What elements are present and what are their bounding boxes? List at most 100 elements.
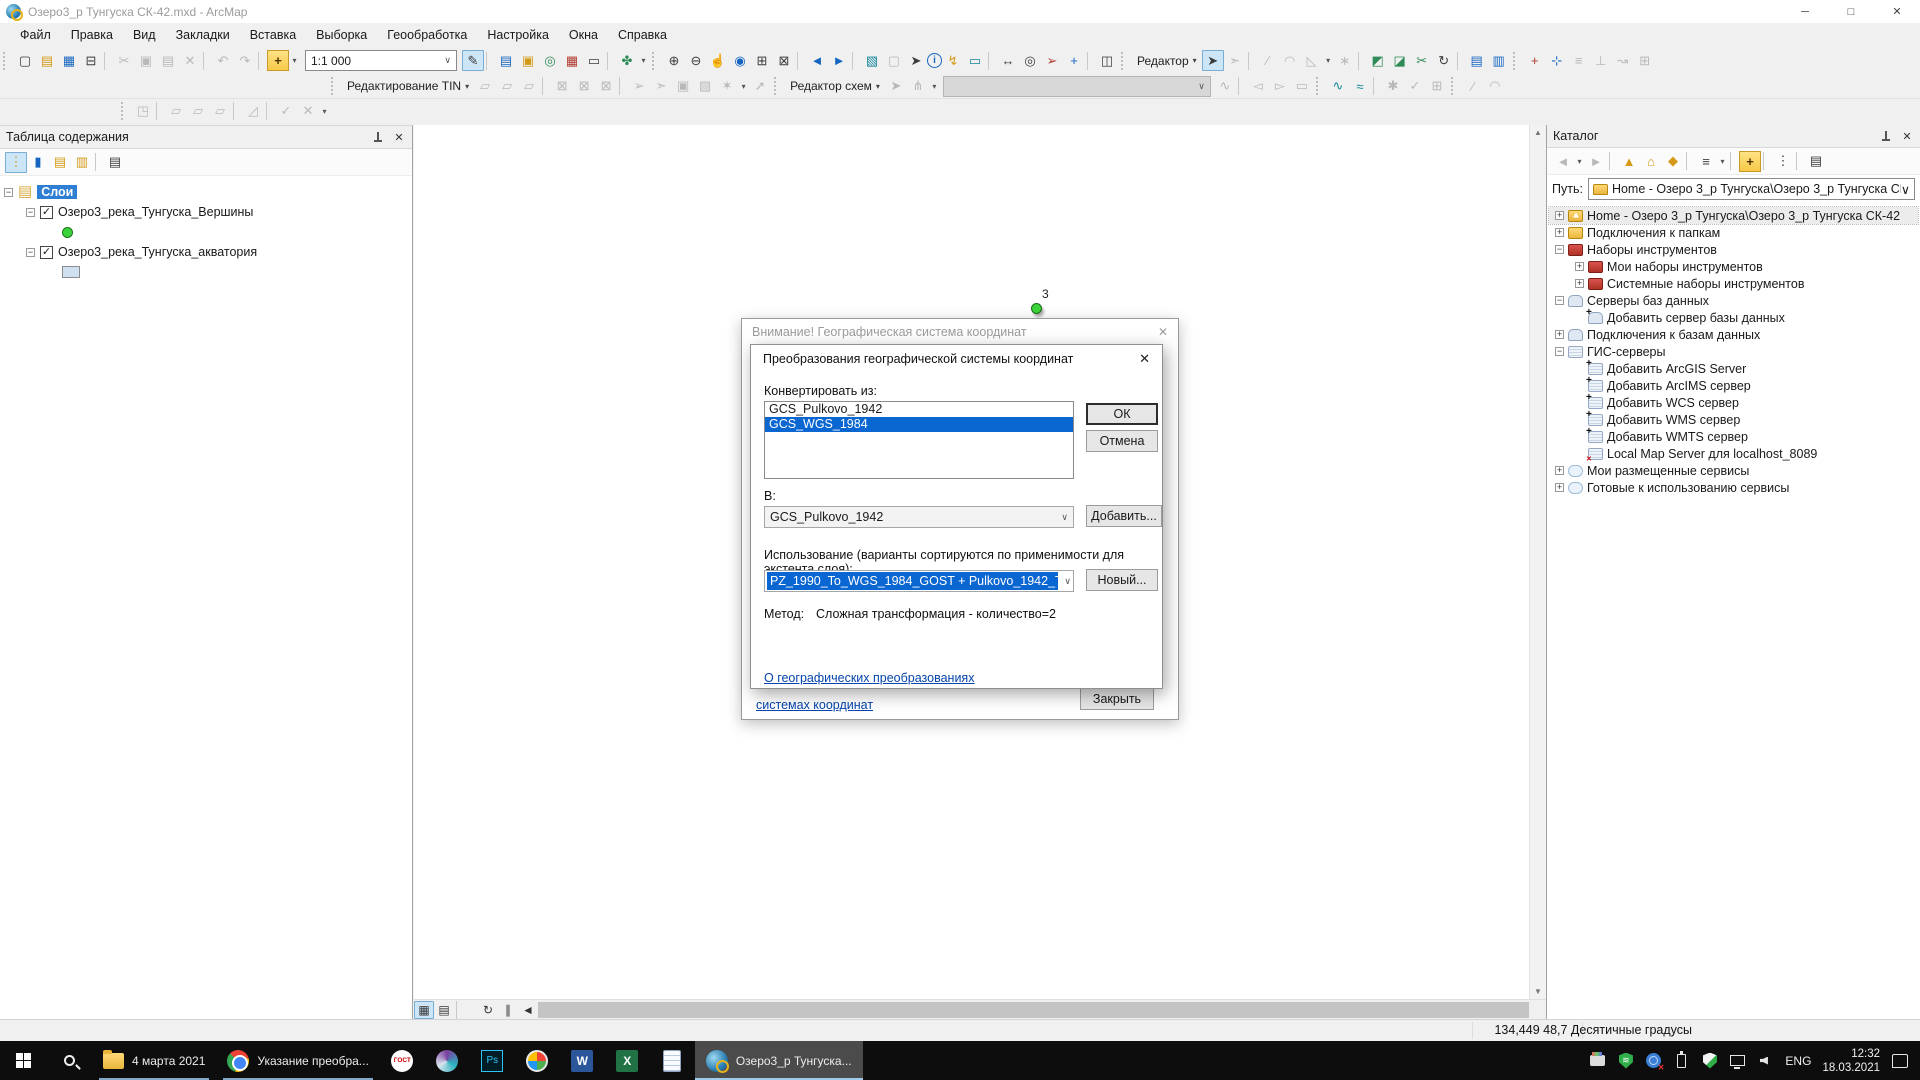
menu-item[interactable]: Выборка	[306, 24, 377, 46]
schematic-edit-icon[interactable]: ⋔	[907, 76, 929, 97]
editor-sketch-icon[interactable]: ✎	[462, 50, 484, 71]
map-point-feature[interactable]	[1031, 303, 1042, 314]
back-icon[interactable]: ◄	[1552, 151, 1574, 172]
new-button[interactable]: Новый...	[1086, 569, 1158, 591]
expander-icon[interactable]	[1575, 262, 1584, 271]
catalog-window-icon[interactable]: ▣	[517, 50, 539, 71]
forward-icon[interactable]: ►	[1585, 151, 1607, 172]
catalog-tree-item[interactable]: Мои размещенные сервисы	[1549, 462, 1918, 479]
topology-split-icon[interactable]: ▱	[209, 101, 231, 122]
menu-item[interactable]: Файл	[10, 24, 61, 46]
tin-select-icon[interactable]: ➢	[628, 76, 650, 97]
overflow-caret-icon[interactable]: ▾	[319, 101, 330, 122]
select-features-icon[interactable]: ▧	[861, 50, 883, 71]
parallel-icon[interactable]: ≡	[1568, 50, 1590, 71]
expander-icon[interactable]	[1555, 228, 1564, 237]
trace-icon[interactable]: ◺	[1301, 50, 1323, 71]
network-flow-icon[interactable]: ≈	[1349, 76, 1371, 97]
task-notepad[interactable]	[650, 1041, 695, 1080]
close-icon[interactable]: ✕	[392, 131, 406, 144]
volume-tray-icon[interactable]	[1757, 1052, 1774, 1069]
default-geodatabase-icon[interactable]: ◆	[1662, 151, 1684, 172]
layer-label[interactable]: Озеро3_река_Тунгуска_Вершины	[58, 205, 253, 219]
action-center-icon[interactable]	[1891, 1052, 1908, 1069]
close-button[interactable]: ✕	[1874, 0, 1920, 23]
curve-tools-icon[interactable]: ◠	[1484, 76, 1506, 97]
list-by-visibility-icon[interactable]: ▤	[49, 152, 71, 173]
expander-icon[interactable]	[26, 208, 35, 217]
save-icon[interactable]: ▦	[58, 50, 80, 71]
go-to-xy-icon[interactable]: +	[1063, 50, 1085, 71]
delete-icon[interactable]: ✕	[179, 50, 201, 71]
close-dialog-button[interactable]: Закрыть	[1080, 687, 1154, 710]
horizontal-scrollbar[interactable]	[538, 1002, 1529, 1018]
layer-checkbox[interactable]	[40, 206, 53, 219]
clock[interactable]: 12:32 18.03.2021	[1822, 1047, 1880, 1075]
new-document-icon[interactable]: ▢	[14, 50, 36, 71]
fixed-zoom-in-icon[interactable]: ⊞	[751, 50, 773, 71]
topology-check-icon[interactable]: ⊞	[1426, 76, 1448, 97]
tin-add-polygon-icon[interactable]: ▱	[518, 76, 540, 97]
menu-item[interactable]: Справка	[608, 24, 677, 46]
vertical-scrollbar[interactable]: ▲ ▼	[1529, 125, 1546, 999]
catalog-tree-item[interactable]: Добавить WCS сервер	[1549, 394, 1918, 411]
catalog-tree-item[interactable]: Наборы инструментов	[1549, 241, 1918, 258]
scroll-left-button[interactable]: ◄	[518, 1001, 538, 1019]
catalog-tree-item[interactable]: Добавить ArcIMS сервер	[1549, 377, 1918, 394]
expander-icon[interactable]	[1555, 296, 1564, 305]
tin-pointer-icon[interactable]: ➣	[650, 76, 672, 97]
toc-root-label[interactable]: Слои	[37, 185, 77, 199]
reshape-feature-icon[interactable]: ◩	[1367, 50, 1389, 71]
edit-tool-icon[interactable]: ➤	[1202, 50, 1224, 71]
language-indicator[interactable]: ENG	[1785, 1054, 1811, 1068]
tin-star-icon[interactable]: ✶	[716, 76, 738, 97]
tin-up-icon[interactable]: ➚	[749, 76, 771, 97]
close-icon[interactable]: ✕	[1900, 130, 1914, 143]
pause-drawing-button[interactable]: ∥	[498, 1001, 518, 1019]
tin-delete-icon[interactable]: ⊠	[595, 76, 617, 97]
expander-icon[interactable]	[1555, 330, 1564, 339]
schematics-editor-menu[interactable]: Редактор схем ▾	[785, 79, 885, 93]
expander-icon[interactable]	[1555, 245, 1564, 254]
toc-layer-item[interactable]: Озеро3_река_Тунгуска_акватория	[4, 242, 408, 262]
cogo-icon[interactable]: +	[1524, 50, 1546, 71]
schematic-caret-icon[interactable]: ▾	[929, 76, 940, 97]
about-transformations-link[interactable]: О географических преобразованиях	[764, 671, 974, 685]
chevron-down-icon[interactable]: ∨	[1901, 182, 1910, 197]
task-folder[interactable]: 4 марта 2021	[92, 1041, 216, 1080]
scroll-up-icon[interactable]: ▲	[1534, 128, 1542, 137]
tin-editing-menu[interactable]: Редактирование TIN ▾	[342, 79, 474, 93]
blue-rectangle-symbol[interactable]	[62, 266, 80, 278]
undo-icon[interactable]: ↶	[212, 50, 234, 71]
next-extent-icon[interactable]: ►	[828, 50, 850, 71]
refresh-view-button[interactable]: ↻	[478, 1001, 498, 1019]
list-item[interactable]: GCS_WGS_1984	[765, 417, 1073, 432]
usage-combo[interactable]: PZ_1990_To_WGS_1984_GOST + Pulkovo_1942_…	[764, 570, 1074, 592]
scale-combo[interactable]: 1:1 000 ∨	[305, 50, 457, 71]
wrench-tools-icon[interactable]: ✱	[1382, 76, 1404, 97]
topology-validate-icon[interactable]: ✓	[275, 101, 297, 122]
search-window-icon[interactable]: ◎	[539, 50, 561, 71]
html-popup-icon[interactable]: ▭	[964, 50, 986, 71]
tin-modify-icon[interactable]: ⊠	[573, 76, 595, 97]
catalog-tree-item[interactable]: Добавить WMTS сервер	[1549, 428, 1918, 445]
catalog-tree-item[interactable]: Добавить сервер базы данных	[1549, 309, 1918, 326]
topology-error-icon[interactable]: ✕	[297, 101, 319, 122]
coordinate-systems-link[interactable]: системах координат	[756, 698, 873, 712]
menu-item[interactable]: Правка	[61, 24, 123, 46]
close-icon[interactable]: ✕	[1158, 325, 1168, 339]
arctoolbox-window-icon[interactable]: ▦	[561, 50, 583, 71]
contents-view-icon[interactable]: ≡	[1695, 151, 1717, 172]
validate-icon[interactable]: ✓	[1404, 76, 1426, 97]
schematic-link-icon[interactable]: ∿	[1214, 76, 1236, 97]
paste-icon[interactable]: ▤	[157, 50, 179, 71]
up-one-level-icon[interactable]: ▲	[1618, 151, 1640, 172]
redo-icon[interactable]: ↷	[234, 50, 256, 71]
sketch-properties-icon[interactable]: ▥	[1488, 50, 1510, 71]
cut-polygons-icon[interactable]: ◪	[1389, 50, 1411, 71]
list-by-selection-icon[interactable]: ▥	[71, 152, 93, 173]
options-icon[interactable]: ▤	[1805, 151, 1827, 172]
catalog-tree-item[interactable]: Готовые к использованию сервисы	[1549, 479, 1918, 496]
options-icon[interactable]: ▤	[104, 152, 126, 173]
connect-folder-icon[interactable]: +	[1739, 151, 1761, 172]
